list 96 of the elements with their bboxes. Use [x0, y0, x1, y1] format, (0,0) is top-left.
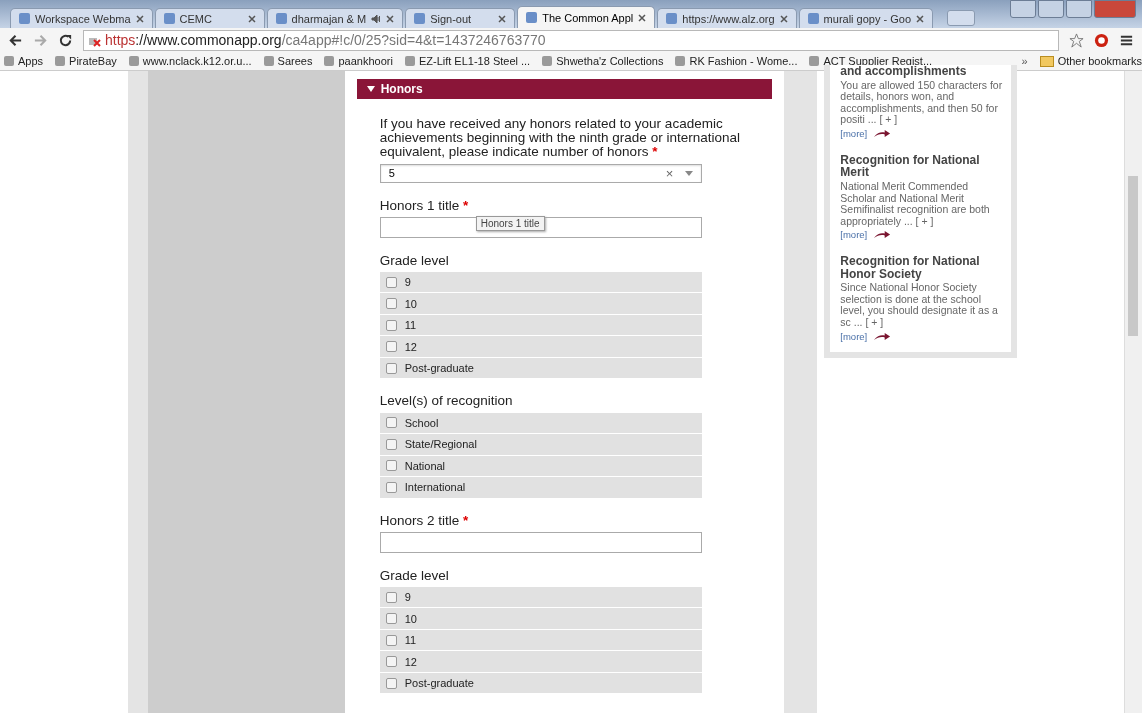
star-icon[interactable] — [1069, 32, 1084, 48]
browser-tab[interactable]: Sign-out — [405, 8, 516, 28]
close-icon[interactable] — [247, 14, 256, 23]
browser-tab[interactable]: murali gopy - Goo — [798, 8, 934, 28]
field-label: Grade level — [379, 568, 450, 583]
close-icon[interactable] — [135, 14, 144, 23]
tip-text: Since National Honor Society selection is done at the school level, you should designate it as a sc ... [ + ] — [840, 282, 999, 329]
bookmark-link[interactable]: paankhoori — [324, 55, 393, 67]
checkbox[interactable] — [385, 613, 397, 625]
back-icon[interactable] — [8, 32, 23, 48]
bookmark-link[interactable]: Shwetha'z Collections — [542, 55, 664, 67]
arrow-icon — [873, 230, 892, 240]
tip-text: National Merit Commended Scholar and National Merit Semifinalist recognition are both appropriately ... [ + ] — [840, 180, 991, 228]
checkbox[interactable] — [385, 656, 397, 668]
checkbox[interactable] — [385, 341, 397, 353]
bookmark-link[interactable]: www.nclack.k12.or.u... — [128, 55, 252, 67]
checkbox-option[interactable]: Post-graduate — [379, 672, 703, 694]
checkbox[interactable] — [385, 460, 397, 472]
checkbox-option[interactable]: 9 — [379, 586, 703, 608]
checkbox-option[interactable]: 10 — [379, 608, 703, 629]
field-label: Honors 2 title * — [379, 513, 470, 528]
close-icon[interactable] — [779, 14, 788, 23]
bookmark-link[interactable]: ACT Supplier Regist... — [809, 55, 933, 67]
favicon-icon — [163, 13, 175, 24]
arrow-icon — [873, 331, 892, 341]
checkbox-option[interactable]: 10 — [379, 293, 703, 314]
new-tab-button[interactable] — [947, 10, 976, 26]
section-header[interactable]: Honors — [356, 79, 773, 99]
close-icon[interactable] — [498, 14, 507, 23]
tip-title: Recognition for National Honor Society — [840, 255, 981, 281]
checkbox[interactable] — [385, 481, 397, 493]
bookmark-link[interactable]: Apps — [4, 55, 44, 67]
checkbox-option[interactable]: 12 — [379, 651, 703, 672]
maximize-button[interactable] — [1066, 0, 1092, 18]
arrow-icon — [873, 128, 892, 138]
checkbox-option[interactable]: State/Regional — [379, 434, 703, 455]
caret-icon — [366, 85, 375, 93]
input-field[interactable]: Honors 1 title — [379, 216, 703, 238]
browser-tab[interactable]: Workspace Webma — [10, 8, 153, 28]
more-link[interactable]: [more] — [840, 330, 868, 342]
favicon-icon — [414, 13, 426, 24]
favicon-icon — [526, 12, 538, 23]
checkbox-option[interactable]: School — [379, 412, 703, 434]
input-field[interactable] — [379, 531, 703, 553]
minimize-button[interactable] — [1038, 0, 1064, 18]
checkbox-option[interactable]: 11 — [379, 314, 703, 336]
bookmark-link[interactable]: PirateBay — [55, 55, 117, 67]
field-label: Honors 1 title * — [379, 198, 470, 213]
tip-title: Recognition for National Merit — [840, 153, 981, 179]
checkbox-option[interactable]: 9 — [379, 271, 703, 293]
field-label: If you have received any honors related to your academic achievements beginning with the ninth grade or international equivalent, please indicate number of honors * — [379, 117, 741, 160]
bookmark-link[interactable]: RK Fashion - Wome... — [675, 55, 798, 67]
checkbox-option[interactable]: International — [379, 477, 703, 498]
browser-tab[interactable]: The Common Appl — [517, 6, 656, 28]
favicon-icon — [666, 13, 678, 24]
field-label: Level(s) of recognition — [379, 394, 514, 409]
checkbox-option[interactable]: Post-graduate — [379, 357, 703, 379]
forward-icon[interactable] — [33, 32, 48, 48]
checkbox[interactable] — [385, 417, 397, 429]
more-link[interactable]: [more] — [840, 229, 868, 241]
checkbox[interactable] — [385, 319, 397, 331]
checkbox-option[interactable]: 12 — [379, 336, 703, 357]
tip-title: and accomplishments — [840, 65, 968, 78]
browser-tab[interactable]: CEMC — [154, 8, 265, 28]
checkbox[interactable] — [385, 276, 397, 288]
bookmark-link[interactable]: EZ-Lift EL1-18 Steel ... — [404, 55, 531, 67]
browser-tab[interactable]: https://www.alz.org — [657, 8, 797, 28]
browser-tab[interactable]: dharmajan & M — [266, 8, 404, 28]
tooltip: Honors 1 title — [475, 215, 545, 231]
more-link[interactable]: [more] — [840, 127, 868, 139]
bookmark-link[interactable]: Sarees — [263, 55, 313, 67]
checkbox[interactable] — [385, 438, 397, 450]
field-label: Grade level — [379, 253, 450, 268]
dropdown-caret-icon[interactable] — [685, 170, 694, 176]
checkbox[interactable] — [385, 298, 397, 310]
tip-text: You are allowed 150 characters for details, honors won, and accomplishments, and then 50 for positi ... [ + ] — [840, 79, 1004, 126]
bookmark-folder[interactable]: Other bookmarks — [1039, 55, 1142, 67]
reload-icon[interactable] — [58, 32, 73, 48]
select-field[interactable]: 5 × — [379, 163, 703, 183]
close-icon[interactable] — [638, 13, 647, 22]
checkbox[interactable] — [385, 362, 397, 374]
clear-button[interactable]: × — [665, 165, 674, 181]
scrollbar[interactable] — [1124, 71, 1142, 713]
checkbox-option[interactable]: 11 — [379, 629, 703, 651]
checkbox-option[interactable]: National — [379, 455, 703, 477]
stop-sign-icon[interactable] — [1094, 32, 1109, 48]
favicon-icon — [807, 13, 819, 24]
checkbox[interactable] — [385, 591, 397, 603]
close-icon[interactable] — [386, 14, 395, 23]
favicon-icon — [19, 13, 30, 24]
checkbox[interactable] — [385, 634, 397, 646]
address-bar[interactable]: https://www.commonapp.org/ca4app#!c/0/25?sid=4&t=1437246763770 — [83, 29, 1059, 51]
close-icon[interactable] — [916, 14, 925, 23]
checkbox[interactable] — [385, 677, 397, 689]
more-bookmarks-button[interactable]: » — [1021, 55, 1028, 67]
favicon-icon — [275, 13, 287, 24]
